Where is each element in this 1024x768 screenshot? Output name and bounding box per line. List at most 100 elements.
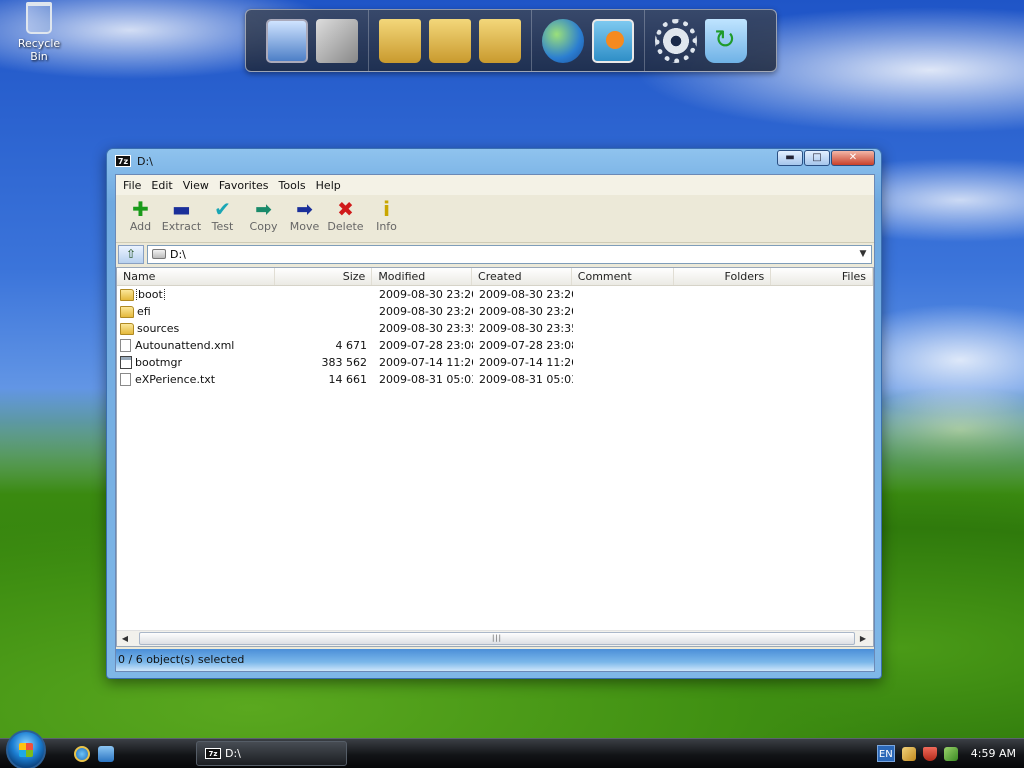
documents-folder-icon[interactable] bbox=[429, 18, 471, 63]
menu-view[interactable]: View bbox=[178, 179, 214, 192]
move-icon: ➡ bbox=[296, 197, 313, 221]
delete-button[interactable]: ✖ Delete bbox=[325, 198, 366, 233]
column-folders[interactable]: Folders bbox=[674, 268, 772, 285]
folder-icon bbox=[120, 288, 134, 301]
maximize-button[interactable]: □ bbox=[804, 150, 830, 166]
menu-favorites[interactable]: Favorites bbox=[214, 179, 274, 192]
table-row[interactable]: eXPerience.txt 14 661 2009-08-31 05:03 2… bbox=[117, 371, 873, 388]
column-name[interactable]: Name bbox=[117, 268, 275, 285]
file-list[interactable]: Name Size Modified Created Comment Folde… bbox=[116, 267, 874, 647]
window-titlebar[interactable]: 7z D:\ ▬ □ ✕ bbox=[107, 149, 881, 173]
menu-help[interactable]: Help bbox=[311, 179, 346, 192]
copy-button[interactable]: ➡ Copy bbox=[243, 198, 284, 233]
add-icon: ✚ bbox=[132, 197, 149, 221]
security-shield-icon[interactable] bbox=[922, 746, 937, 761]
move-button[interactable]: ➡ Move bbox=[284, 198, 325, 233]
table-row[interactable]: bootmgr 383 562 2009-07-14 11:26 2009-07… bbox=[117, 354, 873, 371]
window-client-area: File Edit View Favorites Tools Help ✚ Ad… bbox=[115, 174, 875, 672]
minimize-button[interactable]: ▬ bbox=[777, 150, 803, 166]
column-comment[interactable]: Comment bbox=[572, 268, 674, 285]
file-name: Autounattend.xml bbox=[135, 339, 235, 352]
test-label: Test bbox=[211, 220, 234, 233]
test-button[interactable]: ✔ Test bbox=[202, 198, 243, 233]
file-size: 4 671 bbox=[335, 339, 368, 352]
folder-icon[interactable] bbox=[379, 18, 421, 63]
file-size: 14 661 bbox=[328, 373, 368, 386]
file-size: 383 562 bbox=[321, 356, 368, 369]
file-name: eXPerience.txt bbox=[135, 373, 216, 386]
scroll-left-icon[interactable]: ◀ bbox=[117, 634, 133, 643]
folder-icon bbox=[120, 322, 134, 335]
file-name: boot bbox=[136, 288, 165, 301]
file-modified: 2009-07-14 11:26 bbox=[379, 356, 473, 369]
dock-group-folders bbox=[369, 10, 532, 71]
table-row[interactable]: boot 2009-08-30 23:20 2009-08-30 23:20 bbox=[117, 286, 873, 303]
chevron-down-icon[interactable]: ▼ bbox=[855, 249, 871, 259]
pictures-folder-icon[interactable] bbox=[479, 18, 521, 63]
horizontal-scrollbar[interactable]: ◀ ||| ▶ bbox=[117, 630, 873, 646]
internet-explorer-icon[interactable] bbox=[74, 745, 90, 762]
file-created: 2009-08-30 23:20 bbox=[479, 288, 573, 301]
table-row[interactable]: efi 2009-08-30 23:20 2009-08-30 23:20 bbox=[117, 303, 873, 320]
scroll-right-icon[interactable]: ▶ bbox=[855, 634, 871, 643]
7zip-app-icon: 7z bbox=[205, 748, 221, 759]
drive-icon[interactable] bbox=[316, 18, 358, 63]
scroll-thumb[interactable]: ||| bbox=[139, 632, 855, 645]
xml-file-icon bbox=[120, 339, 131, 352]
column-files[interactable]: Files bbox=[771, 268, 873, 285]
taskbar-item-label: D:\ bbox=[225, 747, 241, 760]
quick-launch bbox=[74, 745, 114, 762]
clock[interactable]: 4:59 AM bbox=[971, 747, 1016, 760]
file-name: efi bbox=[137, 305, 151, 318]
desktop-icon-recycle-bin[interactable]: Recycle Bin bbox=[8, 2, 70, 63]
copy-label: Copy bbox=[249, 220, 278, 233]
text-file-icon bbox=[120, 373, 131, 386]
file-name: bootmgr bbox=[135, 356, 182, 369]
address-path: D:\ bbox=[170, 247, 186, 261]
test-icon: ✔ bbox=[214, 197, 231, 221]
file-created: 2009-08-31 05:03 bbox=[479, 373, 573, 386]
taskbar-item-7zip[interactable]: 7z D:\ bbox=[196, 741, 347, 766]
info-button[interactable]: i Info bbox=[366, 198, 407, 233]
close-button[interactable]: ✕ bbox=[831, 150, 875, 166]
status-bar: 0 / 6 object(s) selected bbox=[116, 649, 874, 671]
start-button[interactable] bbox=[6, 729, 46, 768]
language-indicator[interactable]: EN bbox=[876, 745, 895, 762]
menu-file[interactable]: File bbox=[118, 179, 146, 192]
media-player-icon[interactable] bbox=[592, 18, 634, 63]
address-bar: ⇧ D:\ ▼ bbox=[116, 243, 874, 265]
taskbar: 7z D:\ EN 4:59 AM bbox=[0, 729, 1024, 768]
tray-app-icon[interactable] bbox=[943, 746, 958, 761]
column-created[interactable]: Created bbox=[472, 268, 572, 285]
menu-tools[interactable]: Tools bbox=[274, 179, 311, 192]
recycle-icon[interactable] bbox=[705, 18, 747, 63]
extract-icon: ▬ bbox=[172, 197, 191, 221]
up-folder-button[interactable]: ⇧ bbox=[118, 244, 144, 264]
file-modified: 2009-08-30 23:35 bbox=[379, 322, 473, 335]
dock-group-system bbox=[256, 10, 369, 71]
extract-button[interactable]: ▬ Extract bbox=[161, 198, 202, 233]
dock-group-utilities bbox=[645, 10, 757, 71]
system-tray: EN 4:59 AM bbox=[876, 739, 1024, 768]
menu-edit[interactable]: Edit bbox=[146, 179, 177, 192]
dock-bar bbox=[245, 9, 777, 72]
globe-icon[interactable] bbox=[542, 18, 584, 63]
column-modified[interactable]: Modified bbox=[372, 268, 473, 285]
column-header-row: Name Size Modified Created Comment Folde… bbox=[117, 268, 873, 286]
column-size[interactable]: Size bbox=[275, 268, 373, 285]
file-created: 2009-07-14 11:26 bbox=[479, 356, 573, 369]
address-field[interactable]: D:\ ▼ bbox=[147, 244, 872, 264]
extract-label: Extract bbox=[161, 220, 202, 233]
desktop-icon-label: Recycle Bin bbox=[17, 37, 61, 63]
table-row[interactable]: Autounattend.xml 4 671 2009-07-28 23:08 … bbox=[117, 337, 873, 354]
add-button[interactable]: ✚ Add bbox=[120, 198, 161, 233]
file-modified: 2009-08-30 23:20 bbox=[379, 305, 473, 318]
show-desktop-icon[interactable] bbox=[98, 745, 114, 762]
gear-icon[interactable] bbox=[655, 18, 697, 63]
network-icon[interactable] bbox=[901, 746, 916, 761]
delete-label: Delete bbox=[327, 220, 364, 233]
folder-icon bbox=[120, 305, 134, 318]
computer-icon[interactable] bbox=[266, 18, 308, 63]
dock-group-apps bbox=[532, 10, 645, 71]
table-row[interactable]: sources 2009-08-30 23:35 2009-08-30 23:3… bbox=[117, 320, 873, 337]
